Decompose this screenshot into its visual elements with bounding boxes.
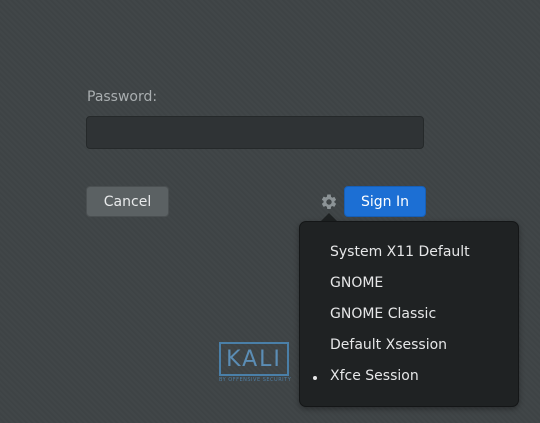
gear-icon[interactable] (320, 193, 338, 211)
session-item-label: Default Xsession (330, 337, 448, 353)
selected-indicator-icon (313, 376, 317, 380)
sign-in-button[interactable]: Sign In (344, 186, 426, 217)
session-item-system-x11-default[interactable]: System X11 Default (330, 244, 470, 260)
session-item-gnome-classic[interactable]: GNOME Classic (330, 306, 436, 322)
cancel-button[interactable]: Cancel (86, 186, 169, 217)
password-label: Password: (87, 89, 158, 105)
session-item-label: GNOME (330, 275, 384, 291)
session-item-label: GNOME Classic (330, 306, 437, 322)
session-item-gnome[interactable]: GNOME (330, 275, 383, 291)
session-item-default-xsession[interactable]: Default Xsession (330, 337, 447, 353)
kali-logo: KALI BY OFFENSIVE SECURITY (219, 342, 291, 384)
password-field[interactable] (86, 116, 424, 149)
session-item-label: Xfce Session (330, 368, 419, 384)
session-item-label: System X11 Default (330, 244, 470, 260)
kali-logo-text: KALI (219, 342, 289, 376)
kali-logo-tagline: BY OFFENSIVE SECURITY (219, 377, 292, 383)
session-menu: System X11 Default GNOME GNOME Classic D… (299, 221, 519, 407)
session-item-xfce-session[interactable]: Xfce Session (313, 368, 419, 384)
